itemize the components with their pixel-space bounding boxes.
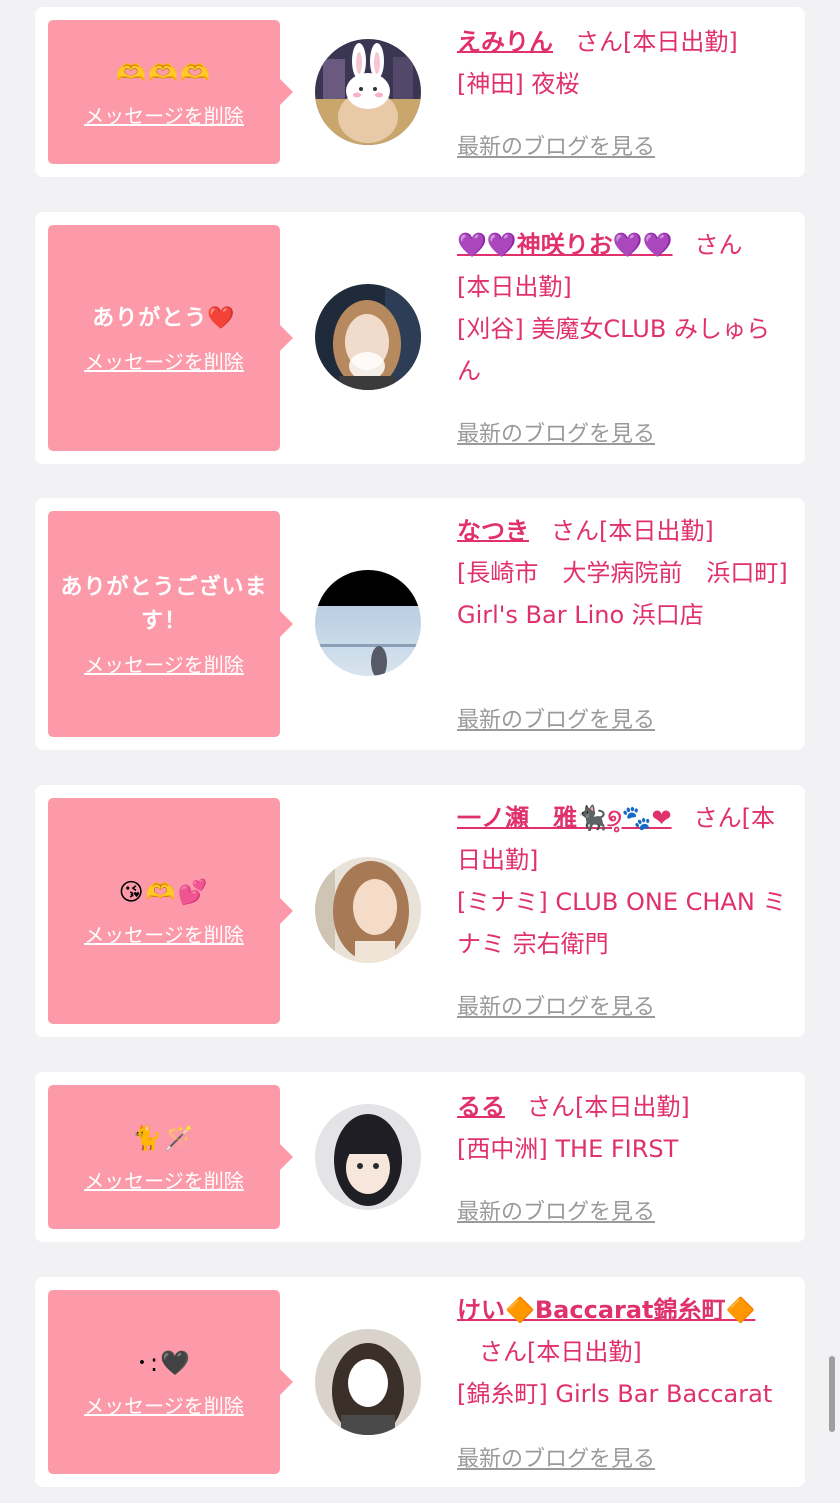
status-badge: [本日出勤] [599, 517, 714, 545]
latest-blog-link[interactable]: 最新のブログを見る [457, 702, 655, 734]
message-card: ありがとうございます！ メッセージを削除 なつき さん[本日出勤] [長崎市 大学… [35, 498, 805, 750]
shop-name: THE FIRST [555, 1135, 679, 1163]
latest-blog-link[interactable]: 最新のブログを見る [457, 416, 655, 448]
area-label: [西中洲] [457, 1135, 548, 1163]
card-info: えみりん さん[本日出勤] [神田] 夜桜 [457, 21, 793, 105]
card-info: 一ノ瀬 雅🐈‍⬛୭̥🐾❤ さん[本日出勤] [ミナミ] CLUB ONE CHAN… [457, 797, 793, 965]
profile-photo-icon [315, 857, 421, 963]
latest-blog-link[interactable]: 最新のブログを見る [457, 1441, 655, 1473]
area-label: [神田] [457, 70, 524, 98]
message-card: 😘🫶💕 メッセージを削除 一ノ瀬 雅🐈‍⬛୭̥🐾❤ さん[本日出勤] [ミナミ] … [35, 785, 805, 1037]
message-text: 😘🫶💕 [118, 877, 210, 906]
honorific: さん [694, 231, 743, 259]
honorific: さん [551, 517, 599, 545]
cast-name-link[interactable]: 💜💜神咲りお💜💜 [457, 231, 673, 259]
cast-name-link[interactable]: えみりん [457, 28, 553, 56]
card-info: 💜💜神咲りお💜💜 さん [本日出勤] [刈谷] 美魔女CLUB みしゅらん [457, 224, 793, 392]
card-info: けい🔶Baccarat錦糸町🔶 さん[本日出勤] [錦糸町] Girls Bar … [457, 1289, 793, 1415]
message-bubble: ･:🖤 メッセージを削除 [48, 1290, 293, 1474]
message-text: ありがとう❤️ [92, 305, 236, 331]
scrollbar[interactable] [829, 1356, 835, 1432]
profile-photo-icon [315, 1104, 421, 1210]
message-card: 🫶🫶🫶 メッセージを削除 えみりん さん[本日出勤] [神田] 夜桜 最新のブロ… [35, 7, 805, 177]
sky-photo-icon [315, 570, 421, 676]
message-text: 🐈🪄 [132, 1123, 196, 1152]
status-badge: [本日出勤] [623, 28, 738, 56]
area-label: [長崎市 大学病院前 浜口町] [457, 559, 788, 587]
honorific: さん [527, 1093, 575, 1121]
message-bubble: 😘🫶💕 メッセージを削除 [48, 798, 293, 1024]
status-badge: [本日出勤] [457, 273, 572, 301]
delete-message-link[interactable]: メッセージを削除 [84, 1390, 244, 1419]
cast-name-link[interactable]: 一ノ瀬 雅🐈‍⬛୭̥🐾❤ [457, 804, 672, 832]
rabbit-sticker-icon [315, 39, 421, 145]
cast-name-link[interactable]: けい🔶Baccarat錦糸町🔶 [457, 1296, 755, 1324]
message-card: 🐈🪄 メッセージを削除 るる さん[本日出勤] [西中洲] THE FIRST 最… [35, 1072, 805, 1242]
avatar[interactable] [315, 857, 421, 963]
message-card: ありがとう❤️ メッセージを削除 💜💜神咲りお💜💜 さん [本日出勤] [刈谷] … [35, 212, 805, 464]
honorific: さん [575, 28, 623, 56]
message-card: ･:🖤 メッセージを削除 けい🔶Baccarat錦糸町🔶 さん[本日出勤] [錦糸… [35, 1277, 805, 1487]
card-info: なつき さん[本日出勤] [長崎市 大学病院前 浜口町] Girl's Bar L… [457, 510, 793, 636]
latest-blog-link[interactable]: 最新のブログを見る [457, 129, 655, 161]
card-info: るる さん[本日出勤] [西中洲] THE FIRST [457, 1086, 793, 1170]
message-bubble: 🫶🫶🫶 メッセージを削除 [48, 20, 293, 164]
shop-name: Girl's Bar Lino 浜口店 [457, 601, 704, 629]
honorific: さん [479, 1338, 527, 1366]
honorific: さん [693, 804, 742, 832]
area-label: [ミナミ] [457, 888, 548, 916]
status-badge: [本日出勤] [527, 1338, 642, 1366]
latest-blog-link[interactable]: 最新のブログを見る [457, 989, 655, 1021]
area-label: [錦糸町] [457, 1380, 548, 1408]
profile-photo-icon [315, 1329, 421, 1435]
latest-blog-link[interactable]: 最新のブログを見る [457, 1194, 655, 1226]
area-label: [刈谷] [457, 315, 524, 343]
avatar[interactable] [315, 1329, 421, 1435]
delete-message-link[interactable]: メッセージを削除 [84, 919, 244, 948]
cast-name-link[interactable]: なつき [457, 517, 529, 545]
cast-name-link[interactable]: るる [457, 1093, 505, 1121]
delete-message-link[interactable]: メッセージを削除 [84, 649, 244, 678]
message-text: ありがとうございます！ [60, 574, 268, 634]
avatar[interactable] [315, 39, 421, 145]
profile-photo-icon [315, 284, 421, 390]
delete-message-link[interactable]: メッセージを削除 [84, 100, 244, 129]
message-bubble: ありがとうございます！ メッセージを削除 [48, 511, 293, 737]
avatar[interactable] [315, 570, 421, 676]
delete-message-link[interactable]: メッセージを削除 [84, 1165, 244, 1194]
avatar[interactable] [315, 1104, 421, 1210]
message-text: 🫶🫶🫶 [116, 58, 212, 87]
message-bubble: 🐈🪄 メッセージを削除 [48, 1085, 293, 1229]
message-list-page: 🫶🫶🫶 メッセージを削除 えみりん さん[本日出勤] [神田] 夜桜 最新のブロ… [0, 0, 840, 1503]
message-bubble: ありがとう❤️ メッセージを削除 [48, 225, 293, 451]
message-text: ･:🖤 [136, 1348, 192, 1377]
status-badge: [本日出勤] [575, 1093, 690, 1121]
delete-message-link[interactable]: メッセージを削除 [84, 346, 244, 375]
shop-name: Girls Bar Baccarat [555, 1380, 773, 1408]
shop-name: 夜桜 [531, 70, 580, 98]
avatar[interactable] [315, 284, 421, 390]
